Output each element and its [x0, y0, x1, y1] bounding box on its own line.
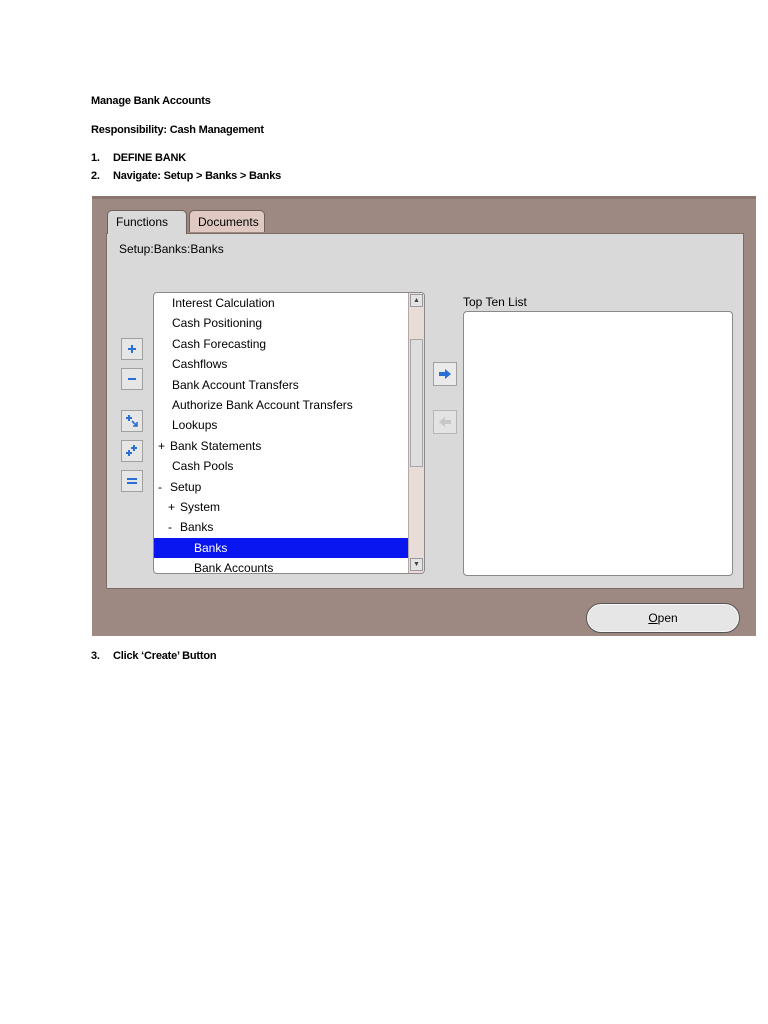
- tree-item-label: Bank Account Transfers: [172, 377, 299, 392]
- tree-item-label: Cash Pools: [172, 459, 234, 474]
- tree-item-label: Authorize Bank Account Transfers: [172, 397, 353, 412]
- tree-item-cash-forecasting[interactable]: Cash Forecasting: [154, 334, 409, 354]
- add-to-top-ten-button[interactable]: [433, 362, 457, 386]
- step-text: Navigate: Setup > Banks > Banks: [113, 170, 282, 182]
- function-tree[interactable]: Interest Calculation Cash Positioning Ca…: [153, 292, 425, 574]
- step-text: Click ‘Create’ Button: [113, 650, 217, 662]
- tree-expand-marker[interactable]: +: [168, 497, 180, 517]
- scroll-down-button[interactable]: ▼: [410, 558, 423, 571]
- scroll-thumb[interactable]: [410, 339, 423, 467]
- navigator-path: Setup:Banks:Banks: [119, 242, 224, 256]
- tree-item-banks-folder[interactable]: - Banks: [154, 517, 409, 537]
- tree-item-label: Setup: [170, 479, 202, 494]
- tree-collapse-marker[interactable]: -: [158, 477, 170, 497]
- expand-branch-icon: [126, 415, 138, 427]
- tree-item-label: Bank Statements: [170, 438, 262, 453]
- tree-item-bank-statements[interactable]: + Bank Statements: [154, 436, 409, 456]
- tree-scrollbar[interactable]: ▲ ▼: [408, 293, 424, 573]
- tab-documents[interactable]: Documents: [189, 210, 265, 232]
- tree-item-lookups[interactable]: Lookups: [154, 415, 409, 435]
- tree-item-banks[interactable]: Banks: [154, 537, 409, 559]
- tree-item-label: Interest Calculation: [172, 296, 275, 310]
- tree-item-label: Lookups: [172, 418, 218, 433]
- tree-item-bank-account-transfers[interactable]: Bank Account Transfers: [154, 375, 409, 395]
- tree-item-bank-accounts[interactable]: Bank Accounts: [154, 558, 409, 574]
- expand-button[interactable]: [121, 338, 143, 360]
- tree-item-label: Cash Forecasting: [172, 336, 267, 351]
- tab-functions[interactable]: Functions: [107, 210, 187, 234]
- navigator-screenshot: Functions Documents Setup:Banks:Banks In…: [92, 196, 756, 636]
- tree-expand-marker[interactable]: +: [158, 436, 170, 456]
- step-2: 2. Navigate: Setup > Banks > Banks: [91, 170, 281, 182]
- collapse-icon: [128, 378, 136, 380]
- step-number: 1.: [91, 152, 100, 164]
- caret-down-icon: ▼: [413, 561, 420, 568]
- tree-item-system[interactable]: + System: [154, 497, 409, 517]
- tree-item-label: Banks: [180, 520, 214, 535]
- expand-all-button[interactable]: [121, 440, 143, 462]
- top-ten-list[interactable]: [463, 311, 733, 576]
- step-3: 3. Click ‘Create’ Button: [91, 650, 217, 662]
- step-number: 3.: [91, 650, 100, 662]
- step-text: DEFINE BANK: [113, 152, 186, 164]
- tree-item-label: Banks: [194, 540, 228, 555]
- tree-collapse-marker[interactable]: -: [168, 517, 180, 537]
- tree-item-label: Bank Accounts: [194, 561, 274, 574]
- tree-item-cashflows[interactable]: Cashflows: [154, 354, 409, 374]
- tree-item-cash-pools[interactable]: Cash Pools: [154, 456, 409, 476]
- tree-item-authorize-transfers[interactable]: Authorize Bank Account Transfers: [154, 395, 409, 415]
- arrow-right-icon: [439, 369, 451, 379]
- tree-list: Interest Calculation Cash Positioning Ca…: [154, 293, 409, 574]
- tree-item-label: Cashflows: [172, 357, 228, 372]
- open-label-rest: pen: [657, 611, 678, 625]
- collapse-all-icon: [127, 478, 137, 484]
- expand-icon: [128, 345, 136, 353]
- tree-item-setup[interactable]: - Setup: [154, 477, 409, 497]
- remove-from-top-ten-button[interactable]: [433, 410, 457, 434]
- collapse-button[interactable]: [121, 368, 143, 390]
- tree-item-cash-positioning[interactable]: Cash Positioning: [154, 313, 409, 333]
- tree-item-interest-calculation[interactable]: Interest Calculation: [154, 293, 409, 313]
- doc-title: Manage Bank Accounts: [91, 95, 211, 107]
- open-mnemonic: O: [648, 611, 658, 625]
- arrow-left-icon: [439, 417, 451, 427]
- responsibility-line: Responsibility: Cash Management: [91, 124, 264, 136]
- scroll-up-button[interactable]: ▲: [410, 294, 423, 307]
- caret-up-icon: ▲: [413, 297, 420, 304]
- collapse-all-button[interactable]: [121, 470, 143, 492]
- expand-branch-button[interactable]: [121, 410, 143, 432]
- functions-panel: Setup:Banks:Banks Interest Calculation C…: [106, 233, 744, 589]
- step-1: 1. DEFINE BANK: [91, 152, 186, 164]
- tree-item-label: System: [180, 499, 221, 514]
- expand-all-icon: [126, 445, 137, 456]
- open-button[interactable]: Open: [586, 603, 740, 633]
- top-ten-label: Top Ten List: [463, 295, 527, 309]
- tree-item-label: Cash Positioning: [172, 316, 263, 331]
- window-top-edge: [92, 196, 756, 199]
- step-number: 2.: [91, 170, 100, 182]
